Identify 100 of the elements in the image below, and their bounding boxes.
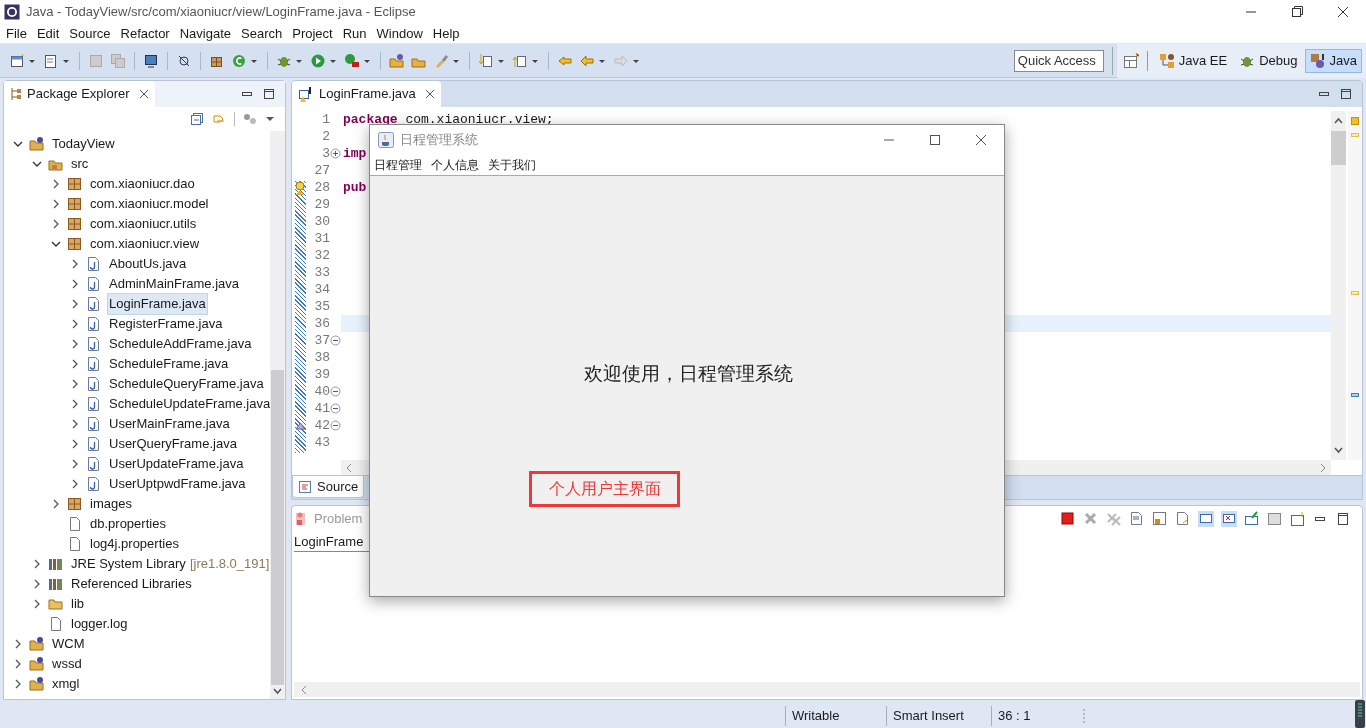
maximize-icon[interactable] — [263, 88, 275, 100]
close-icon[interactable] — [424, 89, 435, 99]
line-number: 34 — [314, 282, 330, 297]
source-icon — [298, 479, 312, 494]
menu-item[interactable]: Help — [427, 23, 465, 44]
next-annotation-icon[interactable] — [478, 52, 494, 69]
tree-item[interactable]: UserQueryFrame.java — [107, 433, 239, 455]
horizontal-scrollbar[interactable] — [294, 682, 1360, 697]
document-arrow-icon[interactable] — [1175, 511, 1191, 527]
run-tool-icon[interactable] — [344, 52, 360, 69]
tree-item[interactable]: logger.log — [69, 613, 130, 635]
tree-item[interactable]: UserUptpwdFrame.java — [107, 473, 248, 495]
tree-item[interactable]: src — [69, 153, 91, 175]
new-item-icon[interactable] — [43, 52, 59, 69]
library-icon — [48, 556, 64, 572]
perspective-button[interactable]: Debug — [1234, 48, 1303, 73]
scrollbar[interactable] — [270, 131, 285, 699]
scroll-left-icon[interactable] — [300, 684, 308, 695]
tree-item[interactable]: com.xiaoniucr.dao — [88, 173, 197, 195]
collapse-fold-icon[interactable] — [330, 335, 341, 346]
tree-item[interactable]: ScheduleAddFrame.java — [107, 333, 254, 355]
run-icon[interactable] — [310, 52, 326, 69]
tree-item[interactable]: LoginFrame.java — [107, 293, 208, 315]
line-number: 1 — [322, 112, 330, 127]
menu-item[interactable]: Edit — [31, 23, 65, 44]
menu-item[interactable]: 个人信息 — [431, 156, 479, 174]
open-perspective-icon[interactable] — [1122, 52, 1139, 69]
source-tab[interactable]: Source — [292, 476, 365, 498]
status-field: Smart Insert — [887, 706, 991, 726]
java-file-icon — [86, 296, 102, 312]
menu-item[interactable]: 关于我们 — [488, 156, 536, 174]
expand-fold-icon[interactable] — [330, 148, 341, 159]
console-error-icon[interactable] — [1221, 511, 1237, 527]
java-file-icon — [86, 456, 102, 472]
tree-item[interactable]: com.xiaoniucr.model — [88, 193, 211, 215]
tree-item[interactable]: TodayView — [50, 133, 117, 155]
document-icon[interactable] — [1129, 511, 1145, 527]
filter-icon[interactable] — [243, 112, 257, 126]
tree-item[interactable]: ScheduleQueryFrame.java — [107, 373, 266, 395]
perspective-button[interactable]: Java EE — [1153, 48, 1233, 73]
line-number: 31 — [314, 231, 330, 246]
menu-item[interactable]: File — [1, 23, 32, 44]
collapse-fold-icon[interactable] — [330, 403, 341, 414]
menu-item[interactable]: Window — [371, 23, 428, 44]
tree-item[interactable]: ScheduleUpdateFrame.java — [107, 393, 270, 415]
tree-item[interactable]: xmgl — [50, 673, 82, 695]
tree-item[interactable]: JRE System Library — [69, 553, 188, 575]
tree-item[interactable]: log4j.properties — [88, 533, 181, 555]
tree-item[interactable]: Referenced Libraries — [69, 573, 194, 595]
scrollbar[interactable] — [1331, 111, 1346, 460]
user-main-label: 个人用户主界面 — [529, 470, 680, 507]
tree-item[interactable]: UserMainFrame.java — [107, 413, 232, 435]
open-console-icon[interactable] — [1290, 511, 1306, 527]
collapse-fold-icon[interactable] — [330, 420, 341, 431]
tree-item[interactable]: images — [88, 493, 134, 515]
code-line: pub — [343, 178, 367, 197]
tree-item[interactable]: RegisterFrame.java — [107, 313, 225, 335]
quick-access-field[interactable]: Quick Access — [1013, 49, 1104, 72]
close-icon[interactable] — [138, 89, 149, 99]
line-number: 2 — [322, 129, 330, 144]
monitor-icon[interactable] — [143, 52, 159, 69]
view-tab[interactable]: Package Explorer — [4, 81, 155, 107]
tree-item[interactable]: lib — [69, 593, 86, 615]
scrollbar-thumb[interactable] — [1331, 131, 1346, 165]
menu-item[interactable]: 日程管理 — [374, 156, 422, 174]
tree-item[interactable]: AboutUs.java — [107, 253, 189, 275]
tree-item[interactable]: com.xiaoniucr.utils — [88, 213, 199, 235]
menu-item[interactable]: Project — [287, 23, 338, 44]
tree-item[interactable]: ScheduleFrame.java — [107, 353, 231, 375]
new-console-icon[interactable] — [1244, 511, 1260, 527]
menu-item[interactable]: Run — [337, 23, 372, 44]
tree-item[interactable]: UserUpdateFrame.java — [107, 453, 246, 475]
maximize-icon[interactable] — [1340, 88, 1352, 100]
tree-item[interactable]: com.xiaoniucr.view — [88, 233, 202, 255]
tree-item[interactable]: wssd — [50, 653, 84, 675]
tree-item[interactable]: db.properties — [88, 513, 168, 535]
project-icon — [29, 676, 45, 692]
collapse-fold-icon[interactable] — [330, 386, 341, 397]
menu-item[interactable]: Source — [64, 23, 116, 44]
new-file-icon[interactable] — [9, 52, 25, 69]
display-console-icon[interactable] — [1267, 511, 1283, 527]
line-number: 42 — [314, 418, 330, 433]
menu-item[interactable]: Navigate — [174, 23, 236, 44]
scrollbar-thumb[interactable] — [271, 369, 284, 685]
java-file-icon — [86, 276, 102, 292]
terminate-icon[interactable] — [1060, 511, 1076, 527]
tree-item[interactable]: AdminMainFrame.java — [107, 273, 242, 295]
console-pin-icon[interactable] — [1198, 511, 1214, 527]
collapse-all-icon[interactable] — [190, 112, 204, 126]
file-icon — [67, 516, 83, 532]
menu-item[interactable]: Refactor — [115, 23, 175, 44]
scroll-left-icon[interactable] — [345, 462, 353, 473]
menu-item[interactable]: Search — [236, 23, 288, 44]
editor-tab[interactable]: LoginFrame.java — [292, 81, 441, 107]
new-class-icon[interactable] — [231, 52, 247, 69]
perspective-button[interactable]: Java — [1304, 48, 1362, 73]
link-with-editor-icon[interactable] — [212, 112, 226, 126]
scroll-right-icon[interactable] — [1319, 462, 1327, 473]
tree-item[interactable]: WCM — [50, 633, 87, 655]
view-tab-label: Problem — [314, 510, 363, 529]
